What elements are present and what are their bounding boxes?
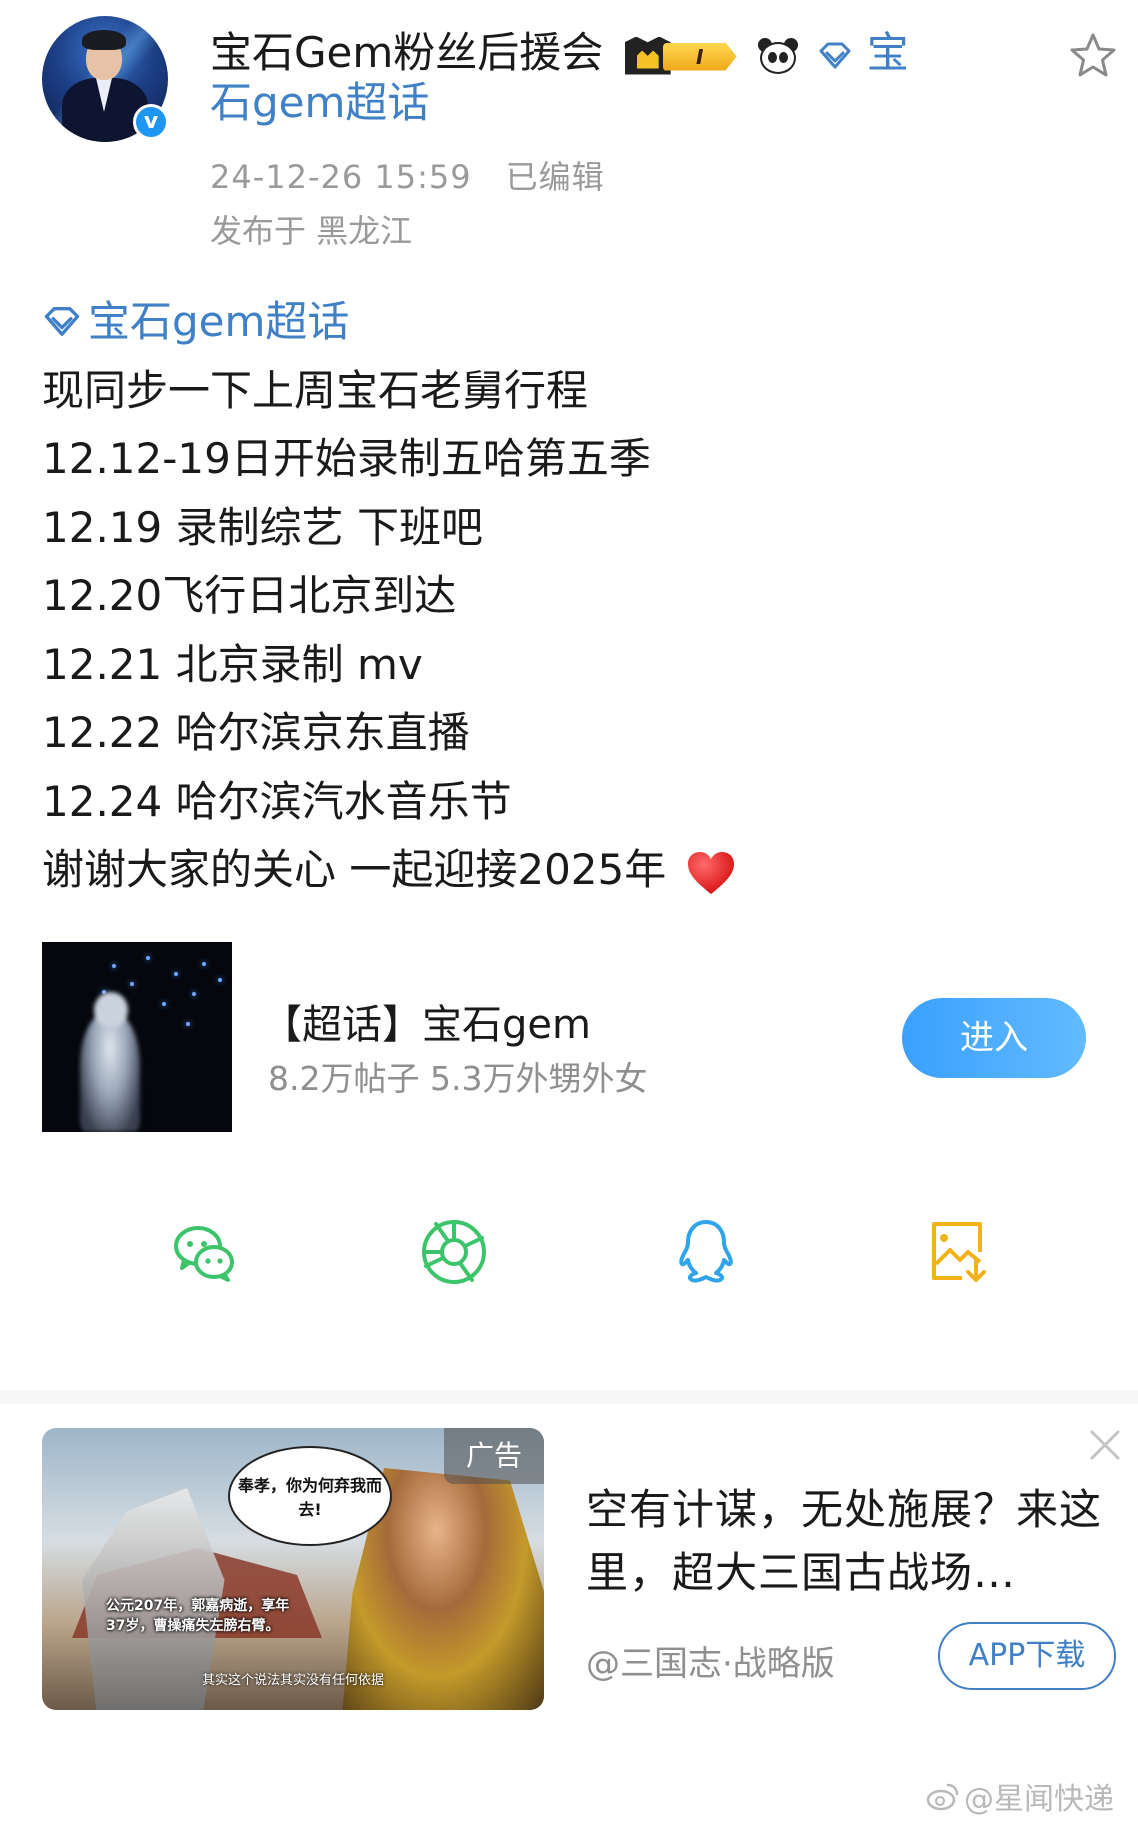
- post-line: 12.24 哈尔滨汽水音乐节: [42, 776, 512, 826]
- post-line: 现同步一下上周宝石老舅行程: [42, 365, 589, 415]
- wechat-icon[interactable]: [168, 1216, 240, 1288]
- post-line-last: 谢谢大家的关心 一起迎接2025年: [42, 836, 736, 905]
- topic-link-line2[interactable]: 石gem超话: [210, 78, 429, 127]
- fan-crown-badge-icon[interactable]: I: [624, 35, 737, 77]
- ad-badge: 广告: [444, 1428, 544, 1484]
- ad-source[interactable]: @三国志·战略版: [586, 1636, 835, 1685]
- watermark: @星闻快递: [926, 1774, 1114, 1818]
- favorite-star-icon[interactable]: [1068, 30, 1118, 80]
- author-name[interactable]: 宝石Gem粉丝后援会: [210, 28, 603, 77]
- topic-card-stats: 8.2万帖子 5.3万外甥外女: [268, 1059, 648, 1098]
- post-topic-tag[interactable]: 宝石gem超话: [42, 288, 736, 357]
- post-line: 谢谢大家的关心 一起迎接2025年: [42, 845, 667, 894]
- post-line: 12.21 北京录制 mv: [42, 639, 423, 689]
- post-topic-tag-label: 宝石gem超话: [88, 297, 350, 346]
- post-location: 发布于 黑龙江: [210, 212, 413, 250]
- weibo-logo-icon: [926, 1783, 959, 1811]
- avatar-hair: [82, 30, 126, 50]
- post-line: 12.12-19日开始录制五哈第五季: [42, 434, 651, 483]
- topic-link-line1[interactable]: 宝: [867, 28, 909, 77]
- author-name-line: 宝石Gem粉丝后援会 I 宝 石gem超话: [210, 28, 930, 128]
- supertopic-gem-icon: [819, 42, 851, 68]
- topic-card-image[interactable]: [42, 942, 232, 1132]
- watermark-text: @星闻快递: [964, 1782, 1114, 1817]
- verified-badge-icon: v: [133, 104, 169, 140]
- ad-title[interactable]: 空有计谋，无处施展？来这里，超大三国古战场…: [586, 1478, 1106, 1604]
- panda-badge-icon: [756, 36, 800, 76]
- close-icon[interactable]: [1088, 1428, 1122, 1462]
- ad-speech-bubble: 奉孝，你为何弃我而去!: [228, 1446, 392, 1546]
- save-image-icon[interactable]: [922, 1216, 994, 1288]
- post-meta: 24-12-26 15:59 已编辑: [210, 152, 605, 198]
- ad-image-footnote: 其实这个说法其实没有任何依据: [201, 1673, 384, 1688]
- section-divider: [0, 1390, 1138, 1404]
- app-download-button[interactable]: APP下载: [938, 1622, 1116, 1690]
- qq-icon[interactable]: [670, 1216, 742, 1288]
- post-line: 12.22 哈尔滨京东直播: [42, 708, 470, 757]
- supertopic-gem-icon: [44, 307, 80, 337]
- post-timestamp: 24-12-26 15:59: [210, 158, 472, 196]
- post-line: 12.19 录制综艺 下班吧: [42, 502, 483, 552]
- topic-card-title[interactable]: 【超话】宝石gem: [262, 992, 591, 1050]
- red-heart-icon: [687, 851, 734, 894]
- moments-icon[interactable]: [418, 1216, 490, 1288]
- ad-image-caption: 公元207年，郭嘉病逝，享年37岁，曹操痛失左膀右臂。: [106, 1598, 290, 1634]
- post-line: 12.20飞行日北京到达: [42, 571, 457, 620]
- ad-image[interactable]: 奉孝，你为何弃我而去! 公元207年，郭嘉病逝，享年37岁，曹操痛失左膀右臂。 …: [42, 1428, 544, 1710]
- performer-figure: [80, 1012, 140, 1132]
- fan-level: I: [662, 42, 737, 71]
- edited-label[interactable]: 已编辑: [506, 158, 605, 196]
- enter-topic-button[interactable]: 进入: [902, 998, 1086, 1078]
- post-content: 宝石gem超话 现同步一下上周宝石老舅行程 12.12-19日开始录制五哈第五季…: [42, 288, 736, 905]
